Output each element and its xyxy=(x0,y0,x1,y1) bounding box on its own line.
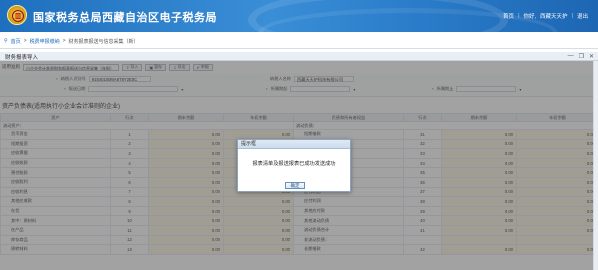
breadcrumb-home[interactable]: 首页 xyxy=(11,38,21,45)
divider xyxy=(0,48,598,49)
window-titlebar: 财务报表导入 — ❐ ✕ xyxy=(0,52,598,61)
breadcrumb: ⚲ 首页 > 税费申报缴纳 > 财务报表报送与信息采集（新） xyxy=(0,36,598,46)
breadcrumb-separator: > xyxy=(23,38,27,44)
dialog-message: 报表清单及报送报表已成功发送成功 xyxy=(252,161,336,167)
ok-button[interactable]: 确定 xyxy=(285,182,305,189)
greeting-text: 你好, xyxy=(523,14,537,20)
divider: | xyxy=(571,13,573,19)
tax-emblem-icon xyxy=(7,5,27,25)
minimize-icon[interactable]: — xyxy=(568,53,574,60)
dialog-title: 提示框 xyxy=(238,140,350,149)
location-pin-icon: ⚲ xyxy=(4,38,8,44)
divider: | xyxy=(518,13,520,19)
site-header: 国家税务总局西藏自治区电子税务局 首页 | 你好, 西藏天天护 | 退出 xyxy=(0,0,598,32)
breadcrumb-separator: > xyxy=(62,38,66,44)
window-title: 财务报表导入 xyxy=(5,55,39,61)
breadcrumb-parent[interactable]: 税费申报缴纳 xyxy=(30,38,60,45)
user-bar: 首页 | 你好, 西藏天天护 | 退出 xyxy=(503,12,588,20)
close-icon[interactable]: ✕ xyxy=(589,53,594,60)
prompt-dialog: 提示框 报表清单及报送报表已成功发送成功 确定 xyxy=(237,139,351,192)
site-title: 国家税务总局西藏自治区电子税务局 xyxy=(33,12,217,24)
maximize-icon[interactable]: ❐ xyxy=(579,53,584,60)
home-link[interactable]: 首页 xyxy=(503,12,514,20)
window-controls: — ❐ ✕ xyxy=(568,53,594,60)
scrollbar[interactable] xyxy=(593,61,598,270)
user-name-link[interactable]: 西藏天天护 xyxy=(540,12,568,20)
breadcrumb-current: 财务报表报送与信息采集（新） xyxy=(68,38,139,45)
logout-link[interactable]: 退出 xyxy=(577,12,588,20)
